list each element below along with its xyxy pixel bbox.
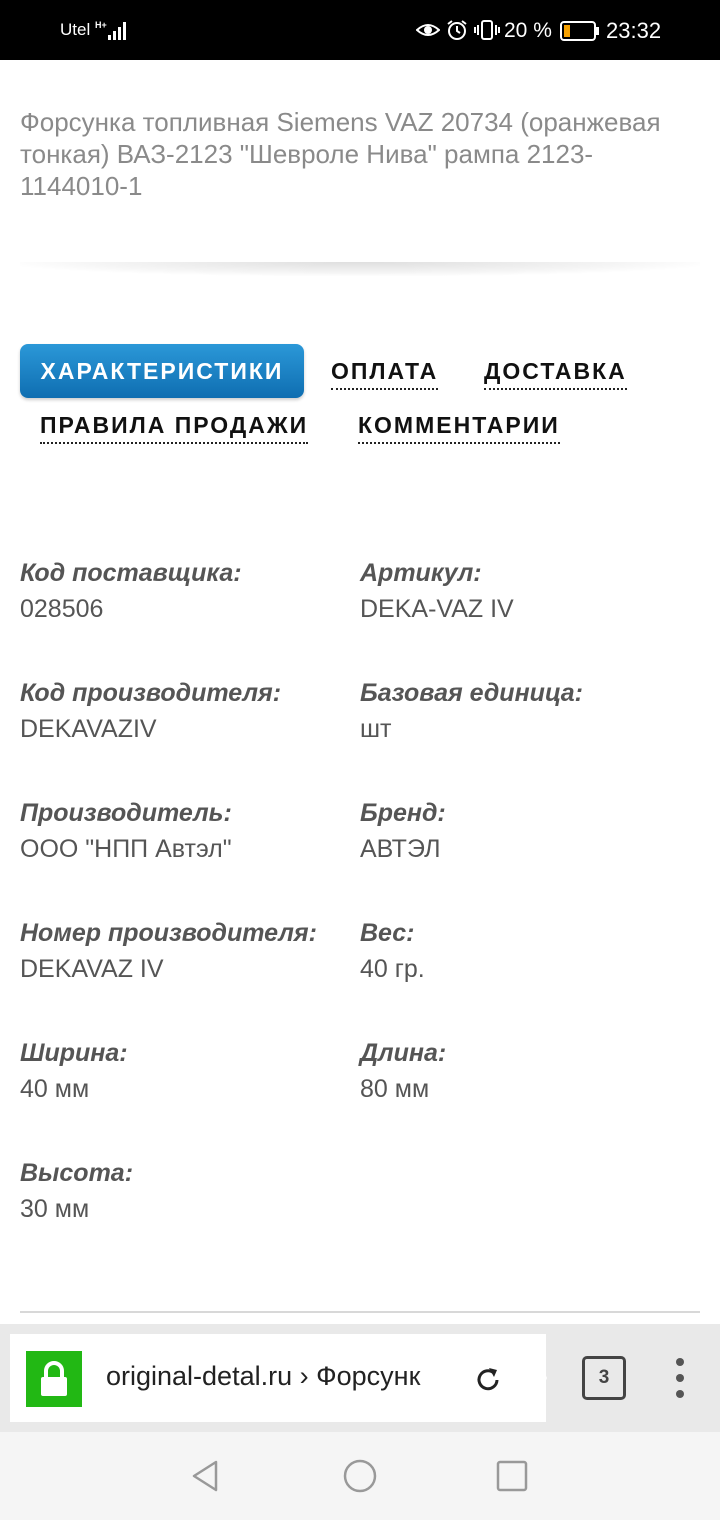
spec-label: Артикул:: [360, 559, 482, 587]
spec-label: Производитель:: [20, 799, 232, 827]
back-icon[interactable]: [188, 1458, 224, 1494]
alarm-icon: [447, 20, 467, 40]
home-icon[interactable]: [342, 1458, 378, 1494]
url-field[interactable]: original-detal.ru › Форсунк: [10, 1334, 547, 1422]
spec-manufacturer: Производитель: ООО "НПП Автэл": [20, 798, 340, 864]
network-type: H+: [95, 20, 107, 30]
spec-article: Артикул: DEKA-VAZ IV: [360, 558, 680, 624]
spec-value: 028506: [20, 595, 104, 623]
product-title: Форсунка топливная Siemens VAZ 20734 (ор…: [20, 107, 661, 201]
divider: [20, 262, 700, 276]
spec-length: Длина: 80 мм: [360, 1038, 680, 1104]
spec-base-unit: Базовая единица: шт: [360, 678, 680, 744]
clock: 23:32: [606, 18, 662, 43]
spec-value: 80 мм: [360, 1075, 430, 1103]
spec-label: Высота:: [20, 1159, 134, 1187]
tab-comments[interactable]: КОММЕНТАРИИ: [358, 412, 560, 444]
spec-value: 40 мм: [20, 1075, 90, 1103]
spec-manufacturer-number: Номер производителя: DEKAVAZ IV: [20, 918, 340, 984]
tab-delivery[interactable]: ДОСТАВКА: [484, 358, 627, 390]
spec-supplier-code: Код поставщика: 028506: [20, 558, 340, 624]
spec-label: Код производителя:: [20, 679, 282, 707]
spec-label: Номер производителя:: [20, 919, 317, 947]
spec-value: 30 мм: [20, 1195, 90, 1223]
url-pill-tip: [523, 1334, 547, 1422]
tab-sale-rules[interactable]: ПРАВИЛА ПРОДАЖИ: [40, 412, 309, 444]
system-nav-bar: [0, 1432, 720, 1520]
spec-label: Базовая единица:: [360, 679, 583, 707]
url-fade: [416, 1354, 466, 1404]
tab-switcher-button[interactable]: 3: [582, 1356, 626, 1400]
address-bar: original-detal.ru › Форсунк 3: [0, 1324, 720, 1432]
spec-label: Длина:: [360, 1039, 447, 1067]
spec-label: Бренд:: [360, 799, 446, 827]
spec-height: Высота: 30 мм: [20, 1158, 340, 1224]
bottom-divider: [20, 1311, 700, 1313]
tab-payment[interactable]: ОПЛАТА: [331, 358, 439, 390]
tab-characteristics[interactable]: ХАРАКТЕРИСТИКИ: [20, 344, 304, 398]
spec-label: Код поставщика:: [20, 559, 242, 587]
eye-icon: [416, 24, 440, 36]
reload-icon[interactable]: [472, 1364, 504, 1396]
status-bar: Utel H+ 20 % 23:32: [0, 0, 720, 60]
vibrate-icon: [474, 20, 500, 40]
spec-value: DEKAVAZ IV: [20, 955, 164, 983]
spec-value: 40 гр.: [360, 955, 425, 983]
spec-value: DEKA-VAZ IV: [360, 595, 514, 623]
spec-value: шт: [360, 715, 392, 743]
battery-percent: 20 %: [504, 19, 552, 42]
spec-label: Ширина:: [20, 1039, 128, 1067]
spec-brand: Бренд: АВТЭЛ: [360, 798, 680, 864]
spec-manufacturer-code: Код производителя: DEKAVAZIV: [20, 678, 340, 744]
carrier-name: Utel: [60, 20, 91, 39]
url-text[interactable]: original-detal.ru › Форсунк: [106, 1361, 456, 1392]
spec-value: ООО "НПП Автэл": [20, 835, 232, 863]
recent-apps-icon[interactable]: [494, 1458, 530, 1494]
spec-width: Ширина: 40 мм: [20, 1038, 340, 1104]
signal-icon: [108, 22, 126, 40]
spec-value: DEKAVAZIV: [20, 715, 157, 743]
more-menu-icon[interactable]: [668, 1354, 692, 1402]
spec-value: АВТЭЛ: [360, 835, 441, 863]
lock-icon: [41, 1361, 67, 1396]
spec-weight: Вес: 40 гр.: [360, 918, 680, 984]
battery-icon: [560, 21, 599, 41]
spec-label: Вес:: [360, 919, 415, 947]
secure-badge[interactable]: [26, 1351, 82, 1407]
